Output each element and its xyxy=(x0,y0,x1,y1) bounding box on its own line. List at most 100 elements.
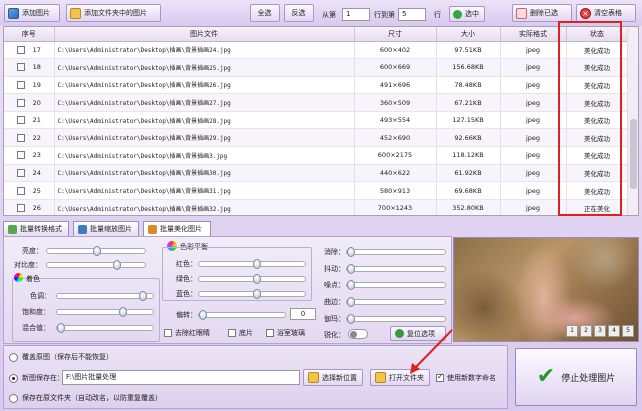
contrast-slider[interactable] xyxy=(46,260,146,270)
table-row[interactable]: 26 C:\Users\Administrator\Desktop\插画\背景插画… xyxy=(4,199,629,215)
preview-button-2[interactable]: 2 xyxy=(580,325,592,337)
jitter-slider[interactable] xyxy=(346,264,446,274)
preview-button-5[interactable]: 5 xyxy=(622,325,634,337)
save-original-radio[interactable]: 保存在原文件夹（自动改名，以防重复覆盖） xyxy=(9,393,162,403)
col-header-filesize[interactable]: 大小 xyxy=(436,27,501,42)
col-header-index[interactable]: 序号 xyxy=(4,27,55,42)
slider-knob[interactable] xyxy=(253,259,261,269)
red-slider[interactable] xyxy=(198,259,306,269)
row-index-text: 22 xyxy=(32,133,41,142)
slider-knob[interactable] xyxy=(253,289,261,299)
glass-checkbox[interactable]: 浴室玻璃 xyxy=(266,328,305,338)
slider-knob[interactable] xyxy=(347,297,355,307)
table-row[interactable]: 18 C:\Users\Administrator\Desktop\插画\背景插画… xyxy=(4,58,629,77)
to-row-input[interactable]: 5 xyxy=(398,8,426,21)
row-checkbox[interactable] xyxy=(16,204,25,213)
add-image-button[interactable]: 添加图片 xyxy=(4,4,60,22)
reset-options-button[interactable]: 复位选项 xyxy=(390,326,446,341)
select-range-button[interactable]: 选中 xyxy=(449,6,485,22)
open-folder-button[interactable]: 打开文件夹 xyxy=(370,369,430,386)
noise-slider[interactable] xyxy=(346,280,446,290)
radio-dot[interactable] xyxy=(9,352,18,362)
blue-slider[interactable] xyxy=(198,289,306,299)
blur-slider[interactable] xyxy=(346,247,446,257)
slider-knob[interactable] xyxy=(119,307,127,317)
stop-processing-button[interactable]: ✔ 停止处理图片 xyxy=(515,348,637,406)
preview-button-4[interactable]: 4 xyxy=(608,325,620,337)
table-row[interactable]: 22 C:\Users\Administrator\Desktop\插画\背景插画… xyxy=(4,128,629,148)
slider-knob[interactable] xyxy=(347,247,355,257)
checkbox-box[interactable] xyxy=(266,329,274,337)
tab-resize[interactable]: 批量缩放图片 xyxy=(73,221,139,236)
col-header-file[interactable]: 图片文件 xyxy=(54,27,355,42)
row-checkbox[interactable] xyxy=(16,63,25,72)
tilt-slider[interactable] xyxy=(198,310,286,320)
row-status: 美化成功 xyxy=(566,93,629,112)
select-all-button[interactable]: 全选 xyxy=(250,4,280,22)
noise-label: 噪点： xyxy=(324,281,345,289)
output-path-input[interactable]: F:\图片批量处理 xyxy=(62,370,300,385)
table-row[interactable]: 25 C:\Users\Administrator\Desktop\插画\背景插画… xyxy=(4,181,629,200)
from-row-input[interactable]: 1 xyxy=(342,8,370,21)
clear-table-button[interactable]: × 清空表格 xyxy=(576,4,636,22)
slider-knob[interactable] xyxy=(253,274,261,284)
row-checkbox[interactable] xyxy=(16,98,25,107)
col-header-size[interactable]: 尺寸 xyxy=(354,27,437,42)
slider-knob[interactable] xyxy=(347,280,355,290)
use-new-name-checkbox[interactable]: ✓ 使用新数字命名 xyxy=(436,372,496,383)
radio-dot[interactable] xyxy=(9,393,18,403)
negative-checkbox[interactable]: 底片 xyxy=(228,328,253,338)
preview-button-1[interactable]: 1 xyxy=(566,325,578,337)
slider-knob[interactable] xyxy=(199,310,207,320)
row-checkbox[interactable] xyxy=(16,45,25,54)
col-header-status[interactable]: 状态 xyxy=(566,27,629,42)
scrollbar-thumb[interactable] xyxy=(630,119,637,189)
slider-knob[interactable] xyxy=(113,260,121,270)
hue-slider[interactable] xyxy=(56,291,154,301)
table-row[interactable]: 21 C:\Users\Administrator\Desktop\插画\背景插画… xyxy=(4,111,629,130)
gamma-slider[interactable] xyxy=(346,314,446,324)
row-checkbox[interactable] xyxy=(16,80,25,89)
row-checkbox[interactable] xyxy=(16,133,25,142)
add-folder-images-button[interactable]: 添加文件夹中的图片 xyxy=(66,4,161,22)
saturation-slider[interactable] xyxy=(56,307,154,317)
row-index-text: 18 xyxy=(32,63,41,72)
checkbox-box[interactable] xyxy=(164,329,172,337)
invert-selection-button[interactable]: 反选 xyxy=(284,4,314,22)
row-checkbox[interactable] xyxy=(16,168,25,177)
green-slider[interactable] xyxy=(198,274,306,284)
checkbox-box[interactable] xyxy=(228,329,236,337)
row-checkbox[interactable] xyxy=(16,116,25,125)
row-checkbox[interactable] xyxy=(16,151,25,160)
slider-knob[interactable] xyxy=(347,314,355,324)
choose-location-button[interactable]: 选择新位置 xyxy=(303,369,363,386)
preview-button-3[interactable]: 3 xyxy=(594,325,606,337)
table-row[interactable]: 23 C:\Users\Administrator\Desktop\插画\背景插画… xyxy=(4,146,629,165)
tilt-value-input[interactable]: 0 xyxy=(290,308,316,320)
table-row[interactable]: 17 C:\Users\Administrator\Desktop\插画\背景插画… xyxy=(4,41,629,60)
table-row[interactable]: 19 C:\Users\Administrator\Desktop\插画\背景插画… xyxy=(4,76,629,95)
radio-dot[interactable] xyxy=(9,373,18,383)
tab-convert-format[interactable]: 批量转换格式 xyxy=(3,221,69,236)
table-scrollbar[interactable] xyxy=(627,27,638,215)
overwrite-radio[interactable]: 覆盖原图（保存后不能恢复） xyxy=(9,352,113,362)
emboss-slider[interactable] xyxy=(346,297,446,307)
slider-knob[interactable] xyxy=(57,323,65,333)
mix-slider[interactable] xyxy=(56,323,154,333)
row-dimensions: 440×622 xyxy=(354,164,437,183)
redeye-checkbox[interactable]: 去除红眼睛 xyxy=(164,328,210,338)
brightness-slider[interactable] xyxy=(46,246,146,256)
slider-knob[interactable] xyxy=(93,246,101,256)
col-header-format[interactable]: 实际格式 xyxy=(500,27,567,42)
slider-knob[interactable] xyxy=(139,291,147,301)
checkbox-box[interactable]: ✓ xyxy=(436,372,444,382)
table-row[interactable]: 20 C:\Users\Administrator\Desktop\插画\背景插画… xyxy=(4,93,629,112)
row-file-size: 92.66KB xyxy=(436,128,501,148)
slider-knob[interactable] xyxy=(347,264,355,274)
delete-selected-button[interactable]: 删除已选 xyxy=(512,4,572,22)
table-row[interactable]: 24 C:\Users\Administrator\Desktop\插画\背景插画… xyxy=(4,164,629,183)
save-new-radio[interactable]: 新图保存在： xyxy=(9,373,64,383)
sharpen-toggle[interactable] xyxy=(348,329,368,339)
tab-beautify[interactable]: 批量美化图片 xyxy=(143,221,211,236)
row-checkbox[interactable] xyxy=(16,186,25,195)
